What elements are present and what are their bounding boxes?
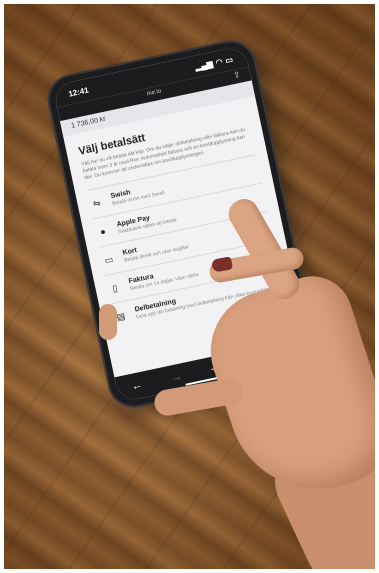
wifi-icon: ◠ <box>214 56 224 67</box>
battery-icon: ▭ <box>224 54 234 65</box>
invoice-icon: ▯ <box>111 282 119 294</box>
status-time: 12:41 <box>67 85 90 99</box>
url-text: rivr.io <box>146 88 162 98</box>
share-icon[interactable]: ⇪ <box>232 69 241 82</box>
status-icons: ▂▄▆ ◠ ▭ <box>194 54 234 71</box>
back-icon[interactable]: ← <box>130 379 143 393</box>
swish-icon: ⇋ <box>91 197 102 209</box>
signal-icon: ▂▄▆ <box>194 58 214 72</box>
card-icon: ▭ <box>103 253 114 266</box>
left-fingertip <box>99 304 117 340</box>
apple-icon: ● <box>99 226 107 238</box>
photo-frame: 12:41 ▂▄▆ ◠ ▭ rivr.io ⇪ 1 736,00 kr Välj… <box>4 4 375 569</box>
hand <box>99 193 375 569</box>
